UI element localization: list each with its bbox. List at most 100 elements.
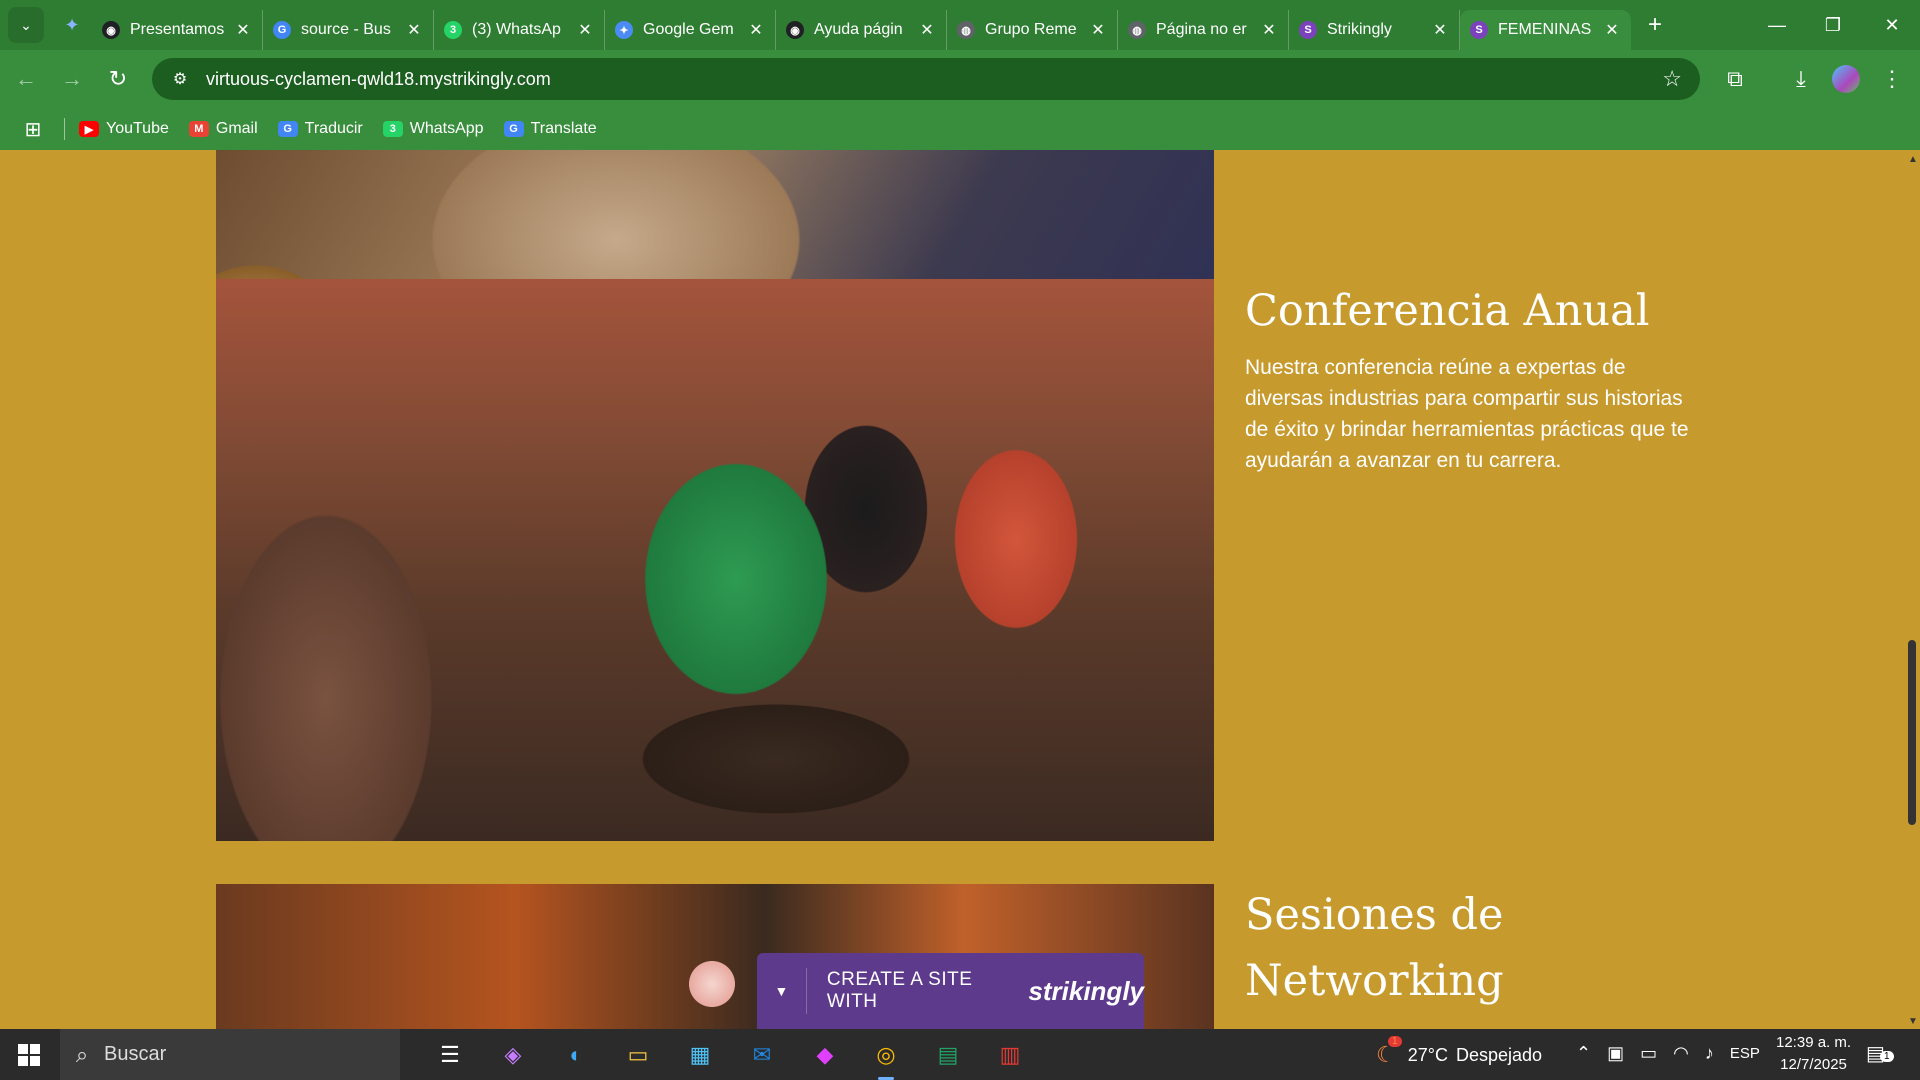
browser-tab[interactable]: ✦ Google Gem ✕ [605, 10, 776, 50]
new-tab-button[interactable]: + [1637, 7, 1673, 43]
promo-brand[interactable]: strikingly [1028, 976, 1144, 1007]
page-viewport: Conferencia Anual Nuestra conferencia re… [0, 150, 1904, 1029]
tab-close-icon[interactable]: ✕ [576, 20, 594, 40]
downloads-icon[interactable]: ⤓ [1781, 59, 1821, 99]
taskbar-search-placeholder[interactable]: Buscar [104, 1043, 166, 1066]
bookmark-star-icon[interactable]: ☆ [1662, 66, 1682, 92]
menu-icon[interactable]: ⋮ [1872, 59, 1912, 99]
clock-date: 12/7/2025 [1780, 1056, 1847, 1073]
bookmark-label[interactable]: Traducir [305, 120, 363, 138]
scroll-down-icon[interactable]: ▼ [1908, 1016, 1918, 1027]
notifications-button[interactable]: ▤ 1 [1866, 1041, 1894, 1066]
extensions-icon[interactable]: ⧉ [1715, 59, 1755, 99]
profile-avatar[interactable] [1832, 65, 1860, 93]
tab-title[interactable]: source - Bus [301, 21, 405, 39]
tab-close-icon[interactable]: ✕ [1089, 20, 1107, 40]
tab-close-icon[interactable]: ✕ [234, 20, 252, 40]
browser-tab[interactable]: ◍ Grupo Reme ✕ [947, 10, 1118, 50]
apps-grid-icon[interactable]: ⊞ [18, 117, 48, 142]
excel-icon[interactable]: ▤ [928, 1035, 968, 1075]
language-indicator[interactable]: ESP [1730, 1045, 1760, 1062]
browser-tab[interactable]: ◉ Ayuda págin ✕ [776, 10, 947, 50]
browser-tab[interactable]: 3 (3) WhatsAp ✕ [434, 10, 605, 50]
browser-tab[interactable]: ◉ Presentamos ✕ [92, 10, 263, 50]
tab-close-icon[interactable]: ✕ [747, 20, 765, 40]
tab-favicon-icon: S [1299, 21, 1317, 39]
bookmark-label[interactable]: Translate [531, 120, 597, 138]
weather-text[interactable]: Despejado [1456, 1045, 1542, 1066]
scroll-thumb[interactable] [1908, 640, 1916, 825]
scroll-up-icon[interactable]: ▲ [1908, 154, 1918, 165]
notification-count: 1 [1880, 1051, 1894, 1062]
tab-close-icon[interactable]: ✕ [1431, 20, 1449, 40]
bookmark-label[interactable]: Gmail [216, 120, 258, 138]
weather-temp[interactable]: 27°C [1408, 1045, 1448, 1066]
tab-strip: ⌄ ✦ ◉ Presentamos ✕ Gsource - Bus ✕ 3 (3) What… [0, 0, 1920, 50]
file-explorer-icon[interactable]: ▭ [618, 1035, 658, 1075]
page-scrollbar[interactable]: ▲ ▼ [1904, 150, 1920, 1029]
taskbar-clock[interactable]: 12:39 a. m. 12/7/2025 [1776, 1032, 1851, 1076]
battery-icon[interactable]: ▭ [1640, 1043, 1657, 1064]
close-window-button[interactable]: ✕ [1864, 0, 1920, 50]
bookmark-item[interactable]: ▶ YouTube [79, 120, 169, 138]
winrar-icon[interactable]: ▥ [990, 1035, 1030, 1075]
tab-title[interactable]: (3) WhatsAp [472, 21, 576, 39]
outlook-icon[interactable]: ✉ [742, 1035, 782, 1075]
bookmark-label[interactable]: YouTube [106, 120, 169, 138]
tab-close-icon[interactable]: ✕ [405, 20, 423, 40]
tab-close-icon[interactable]: ✕ [918, 20, 936, 40]
tab-favicon-icon: 3 [444, 21, 462, 39]
site-info-icon[interactable]: ⚙ [162, 69, 198, 89]
tab-title[interactable]: Página no er [1156, 21, 1260, 39]
tab-favicon-icon: S [1470, 21, 1488, 39]
tab-favicon-icon: ◉ [102, 21, 120, 39]
tab-title[interactable]: Grupo Reme [985, 21, 1089, 39]
minimize-button[interactable]: — [1749, 0, 1805, 50]
browser-tab[interactable]: S Strikingly ✕ [1289, 10, 1460, 50]
volume-icon[interactable]: ♪ [1705, 1043, 1714, 1064]
tab-title[interactable]: Google Gem [643, 21, 747, 39]
tab-favicon-icon: G [273, 21, 291, 39]
back-button[interactable]: ← [6, 59, 46, 99]
address-bar[interactable]: ⚙ virtuous-cyclamen-qwld18.mystrikingly.… [152, 58, 1700, 100]
edge-icon[interactable]: ◐ [556, 1035, 596, 1075]
tab-close-icon[interactable]: ✕ [1260, 20, 1278, 40]
bookmark-item[interactable]: M Gmail [188, 120, 258, 138]
tray-chevron-icon[interactable]: ⌃ [1576, 1043, 1591, 1064]
restore-button[interactable]: ❐ [1805, 0, 1861, 50]
forward-button[interactable]: → [52, 59, 92, 99]
browser-tab[interactable]: Gsource - Bus ✕ [263, 10, 434, 50]
tab-title[interactable]: Strikingly [1327, 21, 1431, 39]
reload-button[interactable]: ↻ [98, 59, 138, 99]
weather-widget[interactable]: ☾ 1 27°C Despejado [1376, 1036, 1542, 1068]
strikingly-promo-banner[interactable]: ▼ CREATE A SITE WITH strikingly [757, 953, 1144, 1029]
bookmark-item[interactable]: 3 WhatsApp [382, 120, 484, 138]
browser-tab[interactable]: ◍ Página no er ✕ [1118, 10, 1289, 50]
store-icon[interactable]: ▦ [680, 1035, 720, 1075]
wifi-icon[interactable]: ◠ [1673, 1043, 1689, 1064]
tab-close-icon[interactable]: ✕ [1603, 20, 1621, 40]
chrome-icon[interactable]: ◎ [866, 1035, 906, 1080]
tab-title[interactable]: Ayuda págin [814, 21, 918, 39]
tab-title[interactable]: FEMENINAS [1498, 21, 1603, 39]
bookmark-list: ▶ YouTube M Gmail G Traducir 3 WhatsApp G Transla… [79, 120, 617, 138]
gemini-pinned-tab[interactable]: ✦ [52, 7, 92, 43]
taskbar-search[interactable]: ⌕ Buscar [60, 1029, 400, 1080]
browser-tab[interactable]: S FEMENINAS ✕ [1460, 10, 1631, 50]
copilot-icon[interactable]: ◈ [493, 1035, 533, 1075]
address-url[interactable]: virtuous-cyclamen-qwld18.mystrikingly.co… [206, 69, 551, 90]
bookmark-label[interactable]: WhatsApp [410, 120, 484, 138]
tab-search-button[interactable]: ⌄ [8, 7, 44, 43]
tab-title[interactable]: Presentamos [130, 21, 234, 39]
meet-icon[interactable]: ▣ [1607, 1043, 1624, 1064]
bookmark-item[interactable]: G Traducir [277, 120, 363, 138]
microsoft-365-icon[interactable]: ◆ [805, 1035, 845, 1075]
collapse-chevron-icon[interactable]: ▼ [757, 968, 807, 1014]
task-view-icon[interactable]: ☰ [430, 1035, 470, 1075]
tab-list: ◉ Presentamos ✕ Gsource - Bus ✕ 3 (3) WhatsAp ✕… [92, 0, 1631, 50]
clock-time: 12:39 a. m. [1776, 1034, 1852, 1051]
start-button[interactable] [0, 1029, 58, 1080]
bookmarks-bar: ⊞ ▶ YouTube M Gmail G Traducir 3 WhatsApp G Trans… [0, 108, 1920, 150]
promo-label[interactable]: CREATE A SITE WITH [827, 969, 1021, 1013]
bookmark-item[interactable]: G Translate [503, 120, 597, 138]
